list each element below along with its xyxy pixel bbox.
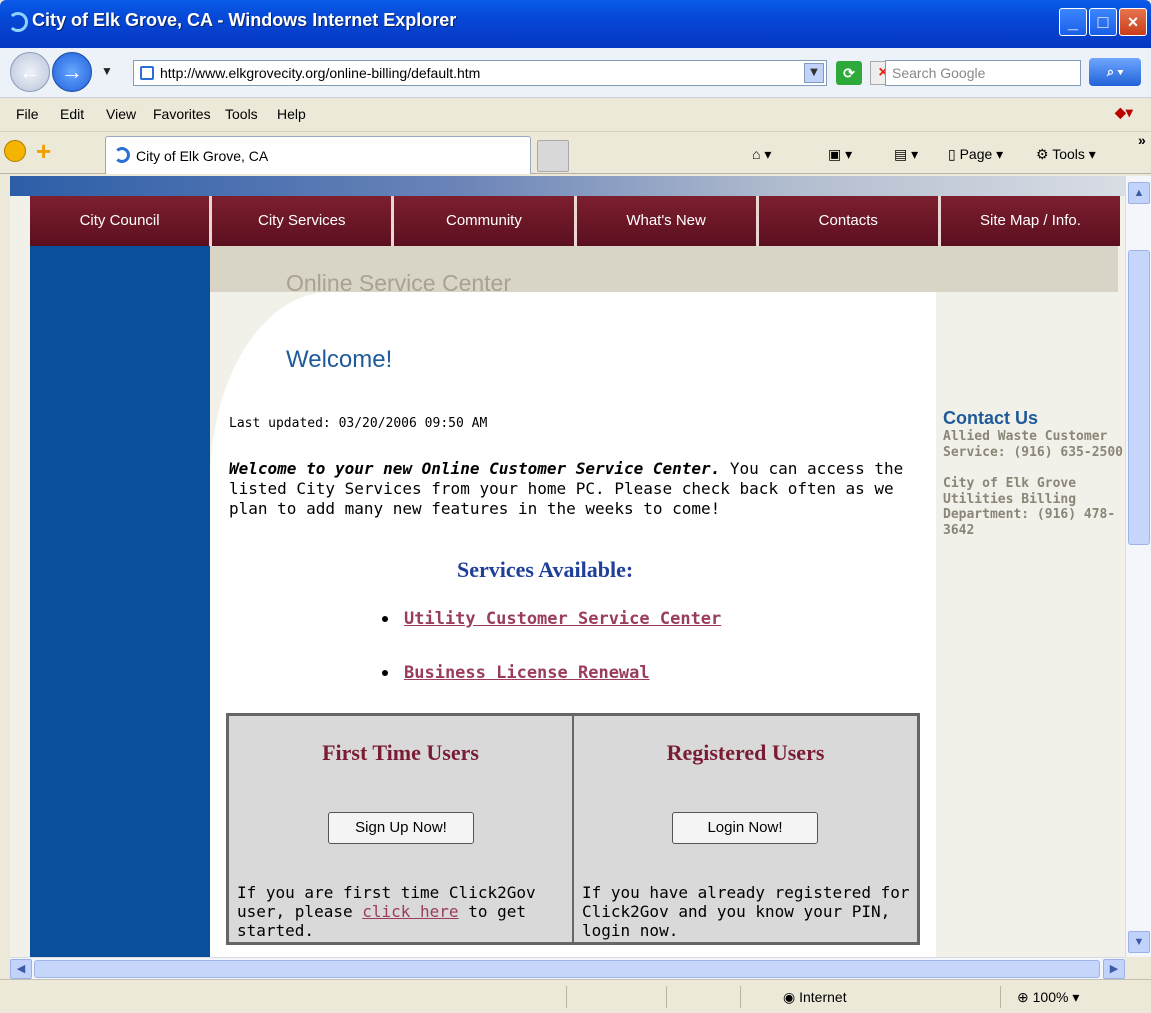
page-menu[interactable]: ▯ Page ▾: [948, 146, 1003, 163]
vertical-scrollbar[interactable]: ▲ ▼: [1125, 176, 1151, 957]
chevron-more-icon[interactable]: »: [1138, 132, 1146, 148]
menu-bar: File Edit View Favorites Tools Help ◆▾: [0, 98, 1151, 132]
contact-city: City of Elk Grove Utilities Billing Depa…: [943, 476, 1116, 538]
status-divider: [1000, 986, 1001, 1008]
page-icon: [140, 66, 154, 80]
sign-up-button[interactable]: Sign Up Now!: [328, 812, 474, 844]
tools-menu-label: Tools: [1052, 146, 1085, 162]
scroll-up-icon[interactable]: ▲: [1128, 182, 1150, 204]
search-button[interactable]: ⌕ ▾: [1089, 58, 1141, 86]
favorites-center-icon[interactable]: [4, 140, 26, 162]
left-sidebar: [30, 246, 210, 957]
users-table: First Time Users Sign Up Now! If you are…: [226, 713, 920, 945]
registered-users-text: If you have already registered for Click…: [582, 883, 910, 941]
nav-city-services[interactable]: City Services: [212, 196, 395, 246]
service-link-label[interactable]: Business License Renewal: [404, 663, 650, 683]
ie-tab-icon: [114, 147, 130, 163]
page-menu-label: Page: [959, 146, 993, 162]
status-divider: [740, 986, 741, 1008]
forward-button[interactable]: →: [52, 52, 92, 92]
intro-text: Welcome to your new Online Customer Serv…: [229, 459, 929, 519]
horizontal-scroll-thumb[interactable]: [34, 960, 1100, 978]
tools-menu[interactable]: ⚙ Tools ▾: [1036, 146, 1096, 163]
nav-whats-new[interactable]: What's New: [576, 196, 759, 246]
welcome-heading: Welcome!: [286, 346, 393, 373]
minimize-button[interactable]: _: [1059, 8, 1087, 36]
intro-bold: Welcome to your new Online Customer Serv…: [229, 459, 721, 478]
address-bar[interactable]: http://www.elkgrovecity.org/online-billi…: [133, 60, 827, 86]
first-time-users-cell: First Time Users Sign Up Now! If you are…: [229, 716, 574, 942]
scroll-left-icon[interactable]: ◀: [10, 959, 32, 979]
service-link-utility[interactable]: Utility Customer Service Center: [382, 609, 721, 629]
zoom-level: 100%: [1032, 989, 1069, 1005]
history-dropdown-icon[interactable]: ▼: [101, 64, 113, 78]
search-input[interactable]: Search Google: [885, 60, 1081, 86]
horizontal-scrollbar[interactable]: ◀ ▶: [10, 957, 1125, 979]
contact-box: Contact Us Allied Waste Customer Service…: [943, 408, 1123, 539]
bullet-icon: [382, 670, 388, 676]
ie-logo-icon: [8, 12, 28, 32]
main-nav: City Council City Services Community Wha…: [30, 196, 1121, 246]
zone-label: Internet: [799, 989, 847, 1005]
status-divider: [566, 986, 567, 1008]
menu-help[interactable]: Help: [277, 106, 306, 122]
status-divider: [666, 986, 667, 1008]
address-input[interactable]: http://www.elkgrovecity.org/online-billi…: [160, 65, 480, 81]
title-bar: City of Elk Grove, CA - Windows Internet…: [0, 0, 1151, 48]
last-updated: Last updated: 03/20/2006 09:50 AM: [229, 416, 488, 431]
scroll-right-icon[interactable]: ▶: [1103, 959, 1125, 979]
window-title: City of Elk Grove, CA - Windows Internet…: [32, 10, 457, 30]
nav-contacts[interactable]: Contacts: [758, 196, 941, 246]
maximize-button[interactable]: □: [1089, 8, 1117, 36]
feeds-icon[interactable]: ▣ ▾: [828, 146, 852, 163]
adobe-icon[interactable]: ◆▾: [1115, 104, 1133, 121]
back-button[interactable]: ←: [10, 52, 50, 92]
registered-users-title: Registered Users: [666, 740, 825, 765]
security-zone[interactable]: ◉ Internet: [783, 989, 847, 1006]
vertical-scroll-thumb[interactable]: [1128, 250, 1150, 545]
new-tab-button[interactable]: [537, 140, 569, 172]
menu-file[interactable]: File: [16, 106, 39, 122]
nav-city-council[interactable]: City Council: [30, 196, 213, 246]
nav-community[interactable]: Community: [394, 196, 577, 246]
address-dropdown-icon[interactable]: ▼: [804, 63, 824, 83]
add-favorite-icon[interactable]: +: [36, 138, 51, 164]
click-here-link[interactable]: click here: [362, 902, 458, 921]
registered-users-cell: Registered Users Login Now! If you have …: [574, 716, 917, 942]
browser-window: City of Elk Grove, CA - Windows Internet…: [0, 0, 1151, 1013]
right-sidebar: [936, 292, 1118, 957]
nav-site-map[interactable]: Site Map / Info.: [940, 196, 1121, 246]
service-link-label[interactable]: Utility Customer Service Center: [404, 609, 721, 629]
close-button[interactable]: ×: [1119, 8, 1147, 36]
status-bar: ◉ Internet ⊕ 100% ▾: [0, 979, 1151, 1013]
contact-allied: Allied Waste Customer Service: (916) 635…: [943, 429, 1124, 460]
banner-image: [10, 176, 1125, 196]
zoom-control[interactable]: ⊕ 100% ▾: [1017, 989, 1079, 1006]
print-icon[interactable]: ▤ ▾: [894, 146, 918, 163]
menu-tools[interactable]: Tools: [225, 106, 258, 122]
tab-title: City of Elk Grove, CA: [136, 148, 269, 164]
page-viewport: City Council City Services Community Wha…: [10, 176, 1125, 957]
first-time-users-text: If you are first time Click2Gov user, pl…: [237, 883, 567, 941]
scroll-down-icon[interactable]: ▼: [1128, 931, 1150, 953]
menu-edit[interactable]: Edit: [60, 106, 84, 122]
first-time-users-title: First Time Users: [322, 740, 479, 765]
refresh-button[interactable]: ⟳: [836, 61, 862, 85]
login-button[interactable]: Login Now!: [672, 812, 818, 844]
contact-heading: Contact Us: [943, 408, 1039, 428]
home-icon[interactable]: ⌂ ▾: [752, 146, 771, 163]
services-heading: Services Available:: [457, 557, 634, 582]
menu-view[interactable]: View: [106, 106, 136, 122]
tab-current[interactable]: City of Elk Grove, CA: [105, 136, 531, 174]
menu-favorites[interactable]: Favorites: [153, 106, 211, 122]
bullet-icon: [382, 616, 388, 622]
service-link-business[interactable]: Business License Renewal: [382, 663, 650, 683]
